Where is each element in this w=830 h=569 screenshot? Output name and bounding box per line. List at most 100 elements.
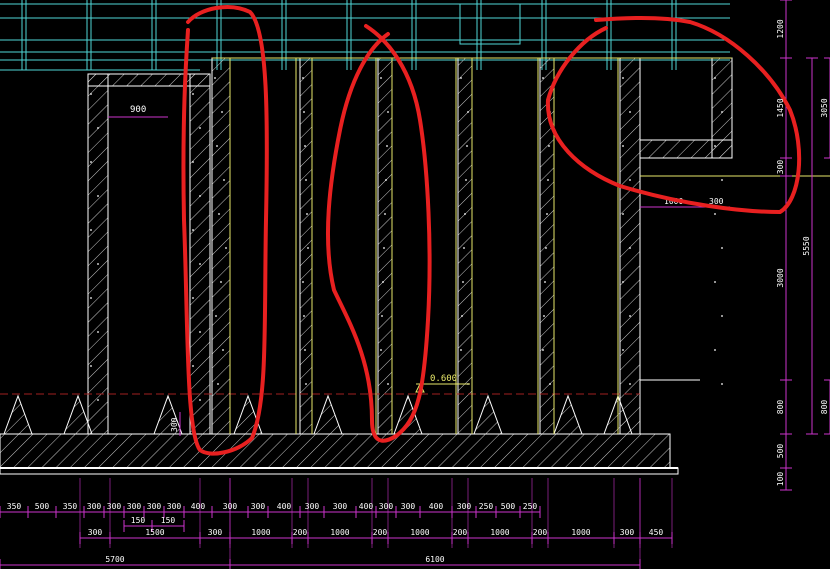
aggregate-dot — [546, 213, 548, 215]
aggregate-dot — [302, 77, 304, 79]
dim-row1-label: 300 — [251, 502, 266, 511]
aggregate-dot — [463, 247, 465, 249]
dim-row2-label: 1000 — [571, 528, 590, 537]
aggregate-dot — [305, 383, 307, 385]
dim-row1-label: 500 — [35, 502, 50, 511]
aggregate-dot — [304, 349, 306, 351]
aggregate-dot — [97, 127, 99, 129]
aggregate-dot — [382, 281, 384, 283]
aggregate-dot — [90, 365, 92, 367]
dim-row2-label: 1000 — [410, 528, 429, 537]
aggregate-dot — [714, 281, 716, 283]
aggregate-dot — [381, 315, 383, 317]
right-ledge — [639, 139, 733, 159]
dim-row2-label: 200 — [293, 528, 308, 537]
aggregate-dot — [460, 349, 462, 351]
dim-row1-label: 250 — [479, 502, 494, 511]
aggregate-dot — [385, 179, 387, 181]
aggregate-dot — [222, 349, 224, 351]
aggregate-dot — [465, 179, 467, 181]
aggregate-dot — [721, 111, 723, 113]
aggregate-dot — [629, 315, 631, 317]
dim-right-cutoff-label: 3050 — [820, 98, 829, 117]
aggregate-dot — [721, 383, 723, 385]
dim-row1-label: 400 — [191, 502, 206, 511]
aggregate-dot — [192, 229, 194, 231]
aggregate-dot — [714, 213, 716, 215]
aggregate-dot — [90, 93, 92, 95]
dim-row1-label: 250 — [523, 502, 538, 511]
aggregate-dot — [192, 93, 194, 95]
dim-row1-label: 300 — [305, 502, 320, 511]
aggregate-dot — [302, 281, 304, 283]
dim-right-label: 1200 — [776, 19, 785, 38]
aggregate-dot — [97, 331, 99, 333]
dim-row2-label: 300 — [208, 528, 223, 537]
dim-row1-label: 300 — [333, 502, 348, 511]
callout-300-small-text: 300 — [170, 417, 179, 432]
dim-row3-label: 5700 — [105, 555, 124, 564]
dim-row2-label: 1000 — [251, 528, 270, 537]
aggregate-dot — [622, 281, 624, 283]
dim-row2-label: 1000 — [490, 528, 509, 537]
aggregate-dot — [383, 247, 385, 249]
aggregate-dot — [218, 213, 220, 215]
aggregate-dot — [629, 383, 631, 385]
aggregate-dot — [199, 399, 201, 401]
dim-right-label: 800 — [776, 400, 785, 415]
aggregate-dot — [466, 145, 468, 147]
aggregate-dot — [721, 315, 723, 317]
aggregate-dot — [622, 349, 624, 351]
aggregate-dot — [304, 145, 306, 147]
aggregate-dot — [225, 247, 227, 249]
wall-section — [619, 57, 641, 435]
dim-row1-label: 300 — [147, 502, 162, 511]
aggregate-dot — [97, 263, 99, 265]
dim-row1-label: 350 — [7, 502, 22, 511]
dim-row2-label: 1500 — [145, 528, 164, 537]
dim-right-label: 1450 — [776, 98, 785, 117]
dim-row1-label: 400 — [429, 502, 444, 511]
dim-row2-label: 300 — [88, 528, 103, 537]
aggregate-dot — [464, 213, 466, 215]
aggregate-dot — [306, 213, 308, 215]
dim-row1-label: 300 — [379, 502, 394, 511]
aggregate-dot — [721, 179, 723, 181]
dim-row1-label: 350 — [63, 502, 78, 511]
dim-row1b-label: 150 — [131, 516, 146, 525]
aggregate-dot — [380, 349, 382, 351]
dim-row2-label: 300 — [620, 528, 635, 537]
dim-row2-label: 450 — [649, 528, 664, 537]
aggregate-dot — [217, 383, 219, 385]
dim-right-label: 300 — [776, 160, 785, 175]
dim-row1-label: 500 — [501, 502, 516, 511]
aggregate-dot — [220, 281, 222, 283]
wall-section — [377, 57, 393, 435]
aggregate-dot — [542, 77, 544, 79]
aggregate-dot — [192, 297, 194, 299]
dim-row1-label: 300 — [127, 502, 142, 511]
wall-section — [211, 57, 231, 435]
callout-900-text: 900 — [130, 105, 146, 115]
aggregate-dot — [192, 161, 194, 163]
aggregate-dot — [622, 213, 624, 215]
aggregate-dot — [303, 315, 305, 317]
aggregate-dot — [467, 111, 469, 113]
aggregate-dot — [199, 127, 201, 129]
aggregate-dot — [544, 281, 546, 283]
dim-row2-label: 1000 — [330, 528, 349, 537]
aggregate-dot — [462, 281, 464, 283]
dim-row1-label: 400 — [277, 502, 292, 511]
aggregate-dot — [199, 331, 201, 333]
top-slab-left — [87, 73, 211, 87]
aggregate-dot — [307, 247, 309, 249]
aggregate-dot — [387, 111, 389, 113]
dim-row1-label: 400 — [359, 502, 374, 511]
dim-right-label: 500 — [776, 444, 785, 459]
aggregate-dot — [622, 145, 624, 147]
dim-row1-label: 300 — [457, 502, 472, 511]
aggregate-dot — [192, 365, 194, 367]
aggregate-dot — [384, 213, 386, 215]
wall-section — [299, 57, 313, 435]
dim-right-label: 100 — [776, 472, 785, 487]
